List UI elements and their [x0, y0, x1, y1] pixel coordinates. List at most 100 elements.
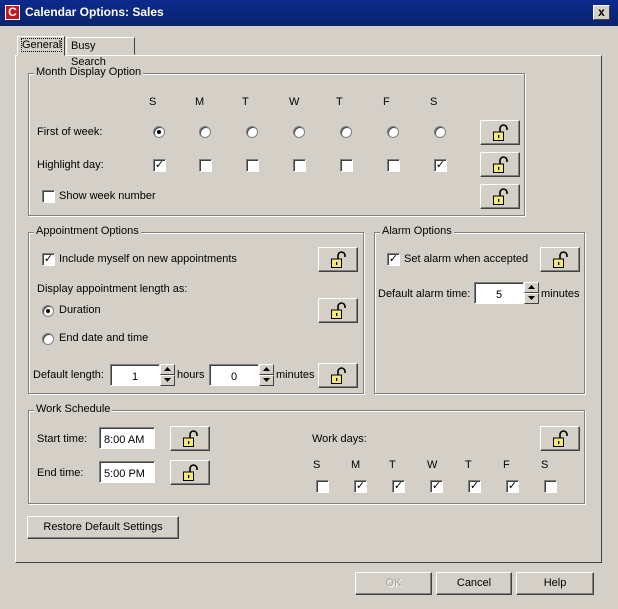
first-of-week-radio-0[interactable]: [153, 126, 165, 138]
day-header-0: S: [149, 96, 157, 108]
work-day-checkbox-2[interactable]: ✓: [392, 480, 405, 493]
highlight-day-checkbox-3[interactable]: [293, 159, 306, 172]
first-of-week-radio-5[interactable]: [387, 126, 399, 138]
lock-work-days-button[interactable]: [540, 426, 580, 451]
lock-start-time-button[interactable]: [170, 426, 210, 451]
first-of-week-radio-2[interactable]: [246, 126, 258, 138]
hours-label: hours: [177, 369, 205, 381]
spinner-up-arrow-icon[interactable]: [160, 364, 175, 375]
unlocked-padlock-icon: [553, 430, 568, 447]
end-date-radio[interactable]: [42, 333, 54, 345]
appointment-options-legend: Appointment Options: [34, 225, 141, 237]
start-time-input[interactable]: [99, 427, 155, 449]
show-week-number-checkbox[interactable]: [42, 190, 55, 203]
close-button[interactable]: x: [593, 5, 610, 20]
window-title: Calendar Options: Sales: [25, 5, 164, 19]
first-of-week-label: First of week:: [37, 126, 103, 138]
show-week-number-label: Show week number: [59, 190, 156, 202]
ok-button[interactable]: OK: [355, 572, 432, 595]
work-day-checkbox-3[interactable]: ✓: [430, 480, 443, 493]
minutes-label: minutes: [276, 369, 315, 381]
first-of-week-radio-3[interactable]: [293, 126, 305, 138]
work-schedule-group: Work Schedule: [28, 403, 585, 504]
minutes-input[interactable]: [209, 364, 259, 386]
first-of-week-radio-4[interactable]: [340, 126, 352, 138]
work-day-header-1: M: [351, 459, 361, 471]
highlight-day-label: Highlight day:: [37, 159, 104, 171]
day-header-5: F: [383, 96, 390, 108]
spinner-down-arrow-icon[interactable]: [524, 293, 539, 304]
default-length-label: Default length:: [33, 369, 104, 381]
highlight-day-checkbox-0[interactable]: ✓: [153, 159, 166, 172]
highlight-day-checkbox-6[interactable]: ✓: [434, 159, 447, 172]
hours-spinner[interactable]: [160, 364, 175, 386]
default-alarm-time-label: Default alarm time:: [378, 288, 471, 300]
tab-busy-search[interactable]: Busy Search: [66, 37, 135, 68]
spinner-down-arrow-icon[interactable]: [160, 375, 175, 386]
work-day-header-6: S: [541, 459, 549, 471]
unlocked-padlock-icon: [183, 464, 198, 481]
work-day-checkbox-6[interactable]: [544, 480, 557, 493]
lock-first-of-week-button[interactable]: [480, 120, 520, 145]
set-alarm-label: Set alarm when accepted: [404, 253, 529, 265]
cancel-button[interactable]: Cancel: [436, 572, 512, 595]
work-day-checkbox-4[interactable]: ✓: [468, 480, 481, 493]
unlocked-padlock-icon: [331, 367, 346, 384]
work-day-checkbox-5[interactable]: ✓: [506, 480, 519, 493]
work-day-header-0: S: [313, 459, 321, 471]
title-bar: C Calendar Options: Sales x: [0, 0, 618, 26]
end-date-label: End date and time: [59, 332, 149, 344]
day-header-6: S: [430, 96, 438, 108]
work-day-checkbox-0[interactable]: [316, 480, 329, 493]
alarm-options-legend: Alarm Options: [380, 225, 454, 237]
spinner-up-arrow-icon[interactable]: [524, 282, 539, 293]
unlocked-padlock-icon: [493, 124, 508, 141]
month-display-legend: Month Display Option: [34, 66, 144, 78]
work-days-label: Work days:: [312, 433, 367, 445]
spinner-down-arrow-icon[interactable]: [259, 375, 274, 386]
hours-input[interactable]: [110, 364, 160, 386]
unlocked-padlock-icon: [331, 302, 346, 319]
set-alarm-checkbox[interactable]: ✓: [387, 253, 400, 266]
minutes-spinner[interactable]: [259, 364, 274, 386]
work-schedule-legend: Work Schedule: [34, 403, 113, 415]
lock-appointment-length-button[interactable]: [318, 298, 358, 323]
alarm-time-spinner[interactable]: [524, 282, 539, 304]
include-myself-checkbox[interactable]: ✓: [42, 253, 55, 266]
tab-general[interactable]: General: [17, 36, 65, 56]
day-header-1: M: [195, 96, 205, 108]
app-icon: C: [5, 5, 20, 20]
spinner-up-arrow-icon[interactable]: [259, 364, 274, 375]
highlight-day-checkbox-1[interactable]: [199, 159, 212, 172]
unlocked-padlock-icon: [493, 188, 508, 205]
lock-default-length-button[interactable]: [318, 363, 358, 388]
unlocked-padlock-icon: [331, 251, 346, 268]
unlocked-padlock-icon: [183, 430, 198, 447]
work-day-header-3: W: [427, 459, 438, 471]
work-day-header-4: T: [465, 459, 472, 471]
help-button[interactable]: Help: [516, 572, 594, 595]
end-time-label: End time:: [37, 467, 84, 479]
lock-end-time-button[interactable]: [170, 460, 210, 485]
lock-week-number-button[interactable]: [480, 184, 520, 209]
highlight-day-checkbox-4[interactable]: [340, 159, 353, 172]
highlight-day-checkbox-2[interactable]: [246, 159, 259, 172]
day-header-3: W: [289, 96, 300, 108]
first-of-week-radio-1[interactable]: [199, 126, 211, 138]
unlocked-padlock-icon: [493, 156, 508, 173]
alarm-minutes-label: minutes: [541, 288, 580, 300]
work-day-header-2: T: [389, 459, 396, 471]
lock-highlight-day-button[interactable]: [480, 152, 520, 177]
highlight-day-checkbox-5[interactable]: [387, 159, 400, 172]
alarm-time-input[interactable]: [474, 282, 524, 304]
lock-include-myself-button[interactable]: [318, 247, 358, 272]
duration-label: Duration: [59, 304, 101, 316]
work-day-header-5: F: [503, 459, 510, 471]
duration-radio[interactable]: [42, 305, 54, 317]
first-of-week-radio-6[interactable]: [434, 126, 446, 138]
restore-defaults-button[interactable]: Restore Default Settings: [27, 516, 179, 539]
lock-set-alarm-button[interactable]: [540, 247, 580, 272]
end-time-input[interactable]: [99, 461, 155, 483]
display-length-label: Display appointment length as:: [37, 283, 188, 295]
work-day-checkbox-1[interactable]: ✓: [354, 480, 367, 493]
